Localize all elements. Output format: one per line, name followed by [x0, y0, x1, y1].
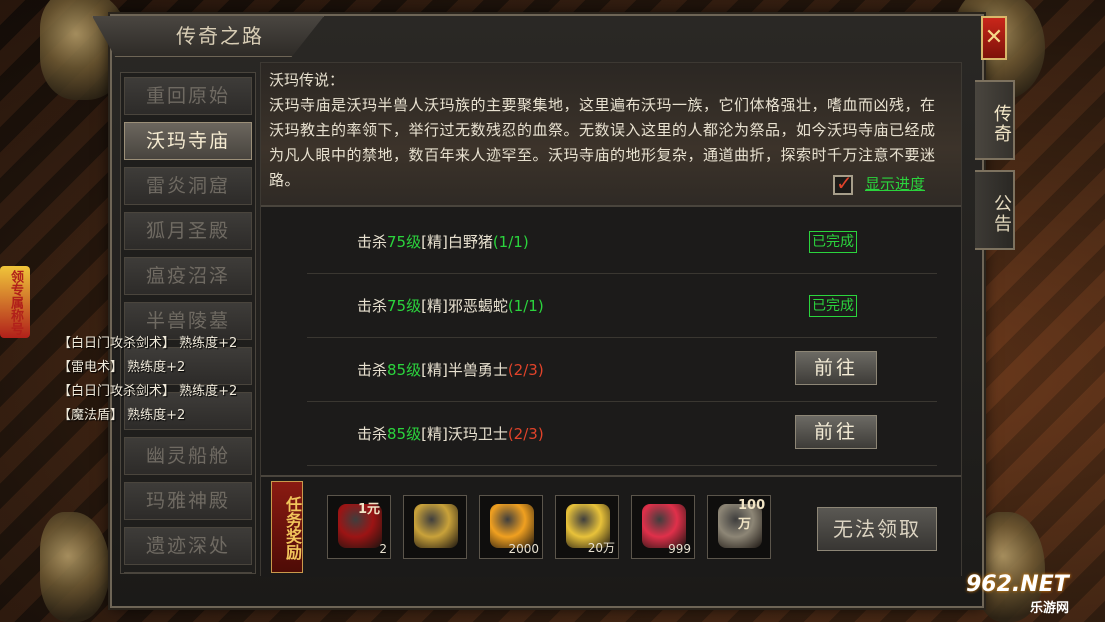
lore-section: 沃玛传说： 沃玛寺庙是沃玛半兽人沃玛族的主要聚集地，这里遍布沃玛一族，它们体格强… — [261, 63, 961, 207]
quest-count: (2/3) — [507, 361, 544, 379]
quest-row: 击杀85级[精]沃玛卫士(2/3) 前往 — [307, 401, 937, 466]
close-button[interactable]: ✕ — [981, 16, 1007, 60]
lore-title: 沃玛传说： — [269, 71, 345, 89]
tab-legend[interactable]: 传奇 — [975, 80, 1015, 160]
skill-log-line: 【雷电术】 熟练度+2 — [58, 360, 186, 375]
exclusive-title-badge[interactable]: 领专属称号 — [0, 266, 30, 338]
skill-log: 【白日门攻杀剑术】 熟练度+2 【雷电术】 熟练度+2 【白日门攻杀剑术】 熟练… — [58, 332, 237, 428]
go-button[interactable]: 前往 — [795, 415, 877, 449]
sidebar-item[interactable]: 圣域幻境 — [124, 572, 252, 573]
go-button[interactable]: 前往 — [795, 351, 877, 385]
reward-top-label: 100万 — [738, 498, 766, 532]
quest-level: 85级 — [387, 361, 422, 379]
quest-panel: 沃玛传说： 沃玛寺庙是沃玛半兽人沃玛族的主要聚集地，这里遍布沃玛一族，它们体格强… — [260, 62, 962, 577]
quest-name: [精]白野猪 — [421, 233, 493, 251]
quest-prefix: 击杀 — [357, 297, 388, 315]
sidebar-item[interactable]: 沃玛寺庙 — [124, 122, 252, 160]
sidebar-item[interactable]: 玛雅神殿 — [124, 482, 252, 520]
reward-slot[interactable]: 100万 — [707, 495, 771, 559]
quest-row: 击杀75级[精]白野猪(1/1) 已完成 — [307, 209, 937, 274]
reward-count: 2000 — [508, 542, 539, 556]
tab-announcement[interactable]: 公告 — [975, 170, 1015, 250]
quest-text: 击杀85级[精]沃玛卫士(2/3) — [357, 423, 544, 444]
sidebar-item[interactable]: 幽灵船舱 — [124, 437, 252, 475]
sidebar-item[interactable]: 雷炎洞窟 — [124, 167, 252, 205]
skill-log-line: 【白日门攻杀剑术】 熟练度+2 — [58, 384, 238, 399]
skill-log-line: 【魔法盾】 熟练度+2 — [58, 408, 186, 423]
show-progress-checkbox[interactable]: ✓ — [833, 171, 853, 195]
quest-prefix: 击杀 — [357, 233, 388, 251]
quest-level: 85级 — [387, 425, 422, 443]
check-icon: ✓ — [836, 171, 853, 195]
dragon-ornament-icon — [40, 512, 110, 622]
claim-button[interactable]: 无法领取 — [817, 507, 937, 551]
skill-log-line: 【白日门攻杀剑术】 熟练度+2 — [58, 336, 238, 351]
reward-count: 2 — [379, 542, 387, 556]
reward-slot[interactable]: 2000 — [479, 495, 543, 559]
reward-slot[interactable]: 1元 2 — [327, 495, 391, 559]
quest-level: 75级 — [387, 297, 422, 315]
reward-slot[interactable]: 999 — [631, 495, 695, 559]
reward-bar: 任务奖励 1元 2 2000 20万 999 100万 无法领取 — [261, 475, 961, 577]
quest-count: (1/1) — [492, 233, 529, 251]
reward-count: 999 — [668, 542, 691, 556]
watermark-logo: 962.NET — [966, 572, 1069, 597]
watermark-subtitle: 乐游网 — [1030, 601, 1070, 616]
reward-slot[interactable]: 20万 — [555, 495, 619, 559]
quest-name: [精]邪恶蝎蛇 — [421, 297, 508, 315]
quest-text: 击杀75级[精]白野猪(1/1) — [357, 231, 529, 252]
quest-prefix: 击杀 — [357, 425, 388, 443]
reward-top-label: 1元 — [358, 502, 381, 517]
reward-count: 20万 — [587, 541, 615, 555]
sidebar-item[interactable]: 狐月圣殿 — [124, 212, 252, 250]
quest-level: 75级 — [387, 233, 422, 251]
sidebar-item[interactable]: 瘟疫沼泽 — [124, 257, 252, 295]
window-title: 传奇之路 — [176, 24, 264, 48]
quest-count: (2/3) — [507, 425, 544, 443]
quest-row: 击杀85级[精]半兽勇士(2/3) 前往 — [307, 337, 937, 402]
quest-count: (1/1) — [507, 297, 544, 315]
sidebar-item[interactable]: 重回原始 — [124, 77, 252, 115]
completed-badge: 已完成 — [809, 295, 857, 317]
show-progress-link[interactable]: 显示进度 — [865, 173, 925, 194]
quest-name: [精]沃玛卫士 — [421, 425, 508, 443]
quest-text: 击杀75级[精]邪恶蝎蛇(1/1) — [357, 295, 544, 316]
reward-label: 任务奖励 — [271, 481, 303, 573]
reward-slot[interactable] — [403, 495, 467, 559]
sidebar-item[interactable]: 遗迹深处 — [124, 527, 252, 565]
quest-text: 击杀85级[精]半兽勇士(2/3) — [357, 359, 544, 380]
quest-row: 击杀75级[精]邪恶蝎蛇(1/1) 已完成 — [307, 273, 937, 338]
quest-name: [精]半兽勇士 — [421, 361, 508, 379]
dungeon-sidebar: 重回原始沃玛寺庙雷炎洞窟狐月圣殿瘟疫沼泽半兽陵墓幽灵船舱玛雅神殿遗迹深处圣域幻境 — [120, 72, 256, 574]
dragon-helmet-icon — [414, 504, 458, 548]
completed-badge: 已完成 — [809, 231, 857, 253]
quest-prefix: 击杀 — [357, 361, 388, 379]
